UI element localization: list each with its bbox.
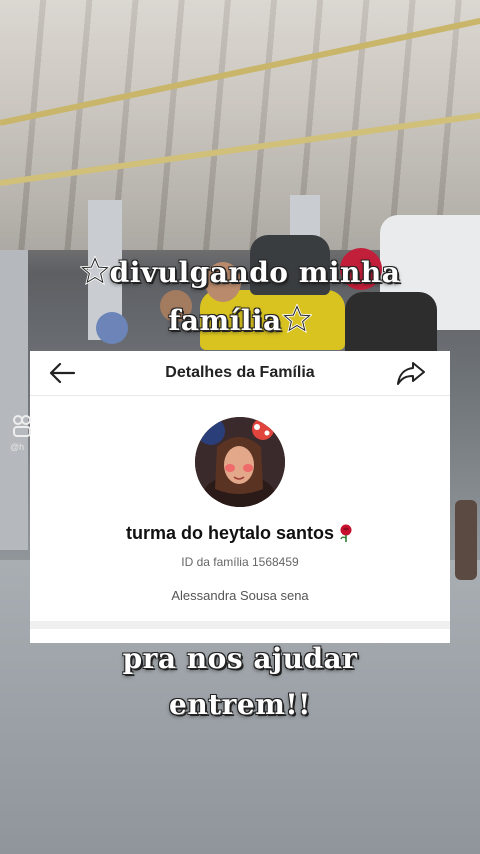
watermark-handle: @h [10, 442, 25, 452]
family-name-text: turma do heytalo santos [125, 523, 335, 543]
garage-pillar [0, 250, 28, 550]
family-details-card: Detalhes da Família turma do heytalo san… [30, 351, 450, 643]
star-outline-icon [281, 304, 312, 334]
family-owner-name[interactable]: Alessandra Sousa sena [30, 588, 450, 603]
overlay-caption-line-2: família [0, 304, 480, 337]
family-name: turma do heytalo santos [30, 523, 450, 544]
rose-icon [340, 524, 352, 542]
caption-text: família [168, 304, 282, 337]
overlay-caption-line-4: entrem!! [169, 688, 311, 721]
card-divider [30, 621, 450, 629]
overlay-caption-line-3: pra nos ajudar [122, 642, 358, 675]
share-icon[interactable] [396, 360, 426, 386]
overlay-caption-line-1: divulgando minha [0, 256, 480, 289]
family-id: ID da família 1568459 [181, 555, 299, 569]
card-header: Detalhes da Família [30, 351, 450, 396]
star-outline-icon [79, 256, 110, 286]
caption-text: divulgando minha [109, 256, 401, 289]
family-avatar [195, 417, 285, 507]
avatar-photo [195, 417, 285, 507]
person-leg [455, 500, 477, 580]
page-title: Detalhes da Família [165, 364, 315, 381]
watermark-logo-icon [13, 415, 31, 437]
